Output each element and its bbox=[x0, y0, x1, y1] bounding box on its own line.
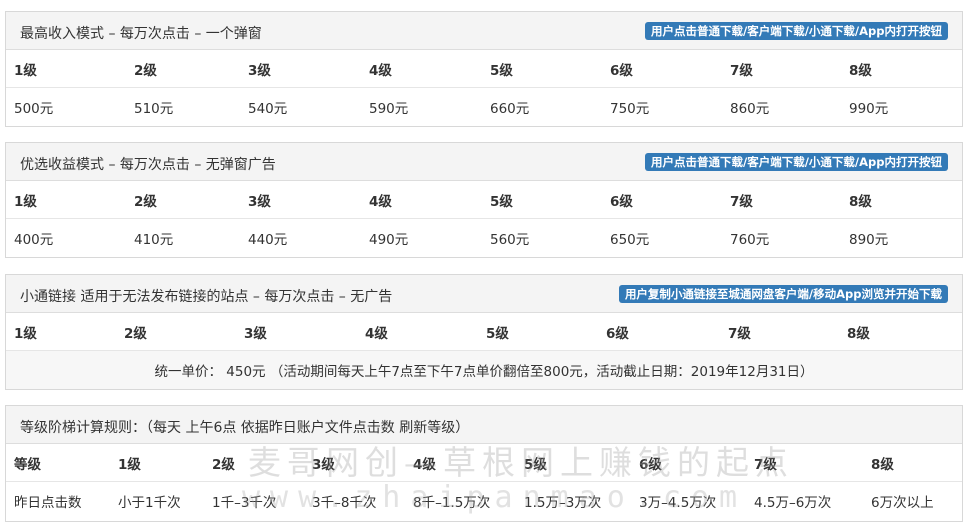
price-row: 500元 510元 540元 590元 660元 750元 860元 990元 bbox=[6, 88, 962, 126]
price-cell: 590元 bbox=[369, 101, 409, 117]
rules-cell: 4.5万–6万次 bbox=[754, 495, 832, 511]
price-cell: 660元 bbox=[490, 101, 530, 117]
level-cell: 6级 bbox=[610, 62, 633, 79]
level-cell: 7级 bbox=[730, 62, 753, 79]
level-cell: 6级 bbox=[610, 193, 633, 210]
level-cell: 7级 bbox=[730, 193, 753, 210]
rules-cell: 3千–8千次 bbox=[312, 495, 377, 511]
rules-header-row: 等级 1级 2级 3级 4级 5级 6级 7级 8级 bbox=[6, 444, 962, 482]
price-cell: 410元 bbox=[134, 232, 174, 248]
level-rules-panel: 等级阶梯计算规则：（每天 上午6点 依据昨日账户文件点击数 刷新等级） 等级 1… bbox=[5, 405, 963, 522]
rules-cell: 1千–3千次 bbox=[212, 495, 277, 511]
level-cell: 8级 bbox=[849, 62, 872, 79]
level-cell: 1级 bbox=[14, 325, 37, 342]
rules-cell: 小于1千次 bbox=[118, 495, 181, 511]
level-cell: 7级 bbox=[728, 325, 751, 342]
rules-header-cell: 3级 bbox=[312, 456, 335, 473]
price-cell: 500元 bbox=[14, 101, 54, 117]
level-cell: 8级 bbox=[847, 325, 870, 342]
info-badge: 用户复制小通链接至城通网盘客户端/移动App浏览并开始下载 bbox=[618, 285, 948, 303]
price-cell: 560元 bbox=[490, 232, 530, 248]
level-row: 1级 2级 3级 4级 5级 6级 7级 8级 bbox=[6, 181, 962, 219]
pricing-panel-xiaotong-link: 小通链接 适用于无法发布链接的站点 – 每万次点击 – 无广告 用户复制小通链接… bbox=[5, 274, 963, 390]
level-cell: 1级 bbox=[14, 62, 37, 79]
level-cell: 2级 bbox=[134, 62, 157, 79]
rules-header-cell: 8级 bbox=[871, 456, 894, 473]
level-cell: 3级 bbox=[248, 193, 271, 210]
price-cell: 990元 bbox=[849, 101, 889, 117]
price-cell: 860元 bbox=[730, 101, 770, 117]
rules-cell: 6万次以上 bbox=[871, 495, 934, 511]
panel-title: 小通链接 适用于无法发布链接的站点 – 每万次点击 – 无广告 bbox=[20, 289, 393, 305]
price-cell: 510元 bbox=[134, 101, 174, 117]
price-cell: 440元 bbox=[248, 232, 288, 248]
unified-price-text: 统一单价： 450元 （活动期间每天上午7点至下午7点单价翻倍至800元，活动截… bbox=[154, 364, 814, 380]
level-cell: 2级 bbox=[124, 325, 147, 342]
panel-header: 最高收入模式 – 每万次点击 – 一个弹窗 用户点击普通下载/客户端下载/小通下… bbox=[6, 12, 962, 50]
pricing-panel-max-income: 最高收入模式 – 每万次点击 – 一个弹窗 用户点击普通下载/客户端下载/小通下… bbox=[5, 11, 963, 127]
rules-cell: 1.5万–3万次 bbox=[524, 495, 602, 511]
level-row: 1级 2级 3级 4级 5级 6级 7级 8级 bbox=[6, 50, 962, 88]
panel-title: 优选收益模式 – 每万次点击 – 无弹窗广告 bbox=[20, 157, 276, 173]
level-cell: 5级 bbox=[490, 193, 513, 210]
level-cell: 1级 bbox=[14, 193, 37, 210]
price-cell: 650元 bbox=[610, 232, 650, 248]
rules-cell: 8千–1.5万次 bbox=[413, 495, 491, 511]
level-row: 1级 2级 3级 4级 5级 6级 7级 8级 bbox=[6, 313, 962, 351]
panel-title: 等级阶梯计算规则：（每天 上午6点 依据昨日账户文件点击数 刷新等级） bbox=[20, 420, 470, 436]
price-cell: 540元 bbox=[248, 101, 288, 117]
panel-header: 小通链接 适用于无法发布链接的站点 – 每万次点击 – 无广告 用户复制小通链接… bbox=[6, 275, 962, 313]
level-cell: 5级 bbox=[490, 62, 513, 79]
rules-header-cell: 2级 bbox=[212, 456, 235, 473]
price-cell: 760元 bbox=[730, 232, 770, 248]
level-cell: 4级 bbox=[369, 62, 392, 79]
panel-header: 优选收益模式 – 每万次点击 – 无弹窗广告 用户点击普通下载/客户端下载/小通… bbox=[6, 143, 962, 181]
rules-header-cell: 5级 bbox=[524, 456, 547, 473]
level-cell: 6级 bbox=[606, 325, 629, 342]
price-row: 400元 410元 440元 490元 560元 650元 760元 890元 bbox=[6, 219, 962, 257]
price-cell: 750元 bbox=[610, 101, 650, 117]
rules-header-cell: 等级 bbox=[14, 456, 41, 473]
level-cell: 2级 bbox=[134, 193, 157, 210]
rules-header-cell: 1级 bbox=[118, 456, 141, 473]
rules-clicks-row: 昨日点击数 小于1千次 1千–3千次 3千–8千次 8千–1.5万次 1.5万–… bbox=[6, 482, 962, 520]
pricing-panel-preferred-income: 优选收益模式 – 每万次点击 – 无弹窗广告 用户点击普通下载/客户端下载/小通… bbox=[5, 142, 963, 258]
level-cell: 4级 bbox=[365, 325, 388, 342]
rules-header-cell: 7级 bbox=[754, 456, 777, 473]
level-cell: 5级 bbox=[486, 325, 509, 342]
rules-cell: 3万–4.5万次 bbox=[639, 495, 717, 511]
level-cell: 3级 bbox=[248, 62, 271, 79]
info-badge: 用户点击普通下载/客户端下载/小通下载/App内打开按钮 bbox=[645, 153, 948, 171]
level-cell: 4级 bbox=[369, 193, 392, 210]
rules-cell: 昨日点击数 bbox=[14, 495, 82, 511]
rules-header-cell: 4级 bbox=[413, 456, 436, 473]
price-cell: 490元 bbox=[369, 232, 409, 248]
info-badge: 用户点击普通下载/客户端下载/小通下载/App内打开按钮 bbox=[645, 22, 948, 40]
price-cell: 400元 bbox=[14, 232, 54, 248]
level-cell: 3级 bbox=[244, 325, 267, 342]
panel-title: 最高收入模式 – 每万次点击 – 一个弹窗 bbox=[20, 26, 262, 42]
price-cell: 890元 bbox=[849, 232, 889, 248]
panel-header: 等级阶梯计算规则：（每天 上午6点 依据昨日账户文件点击数 刷新等级） bbox=[6, 406, 962, 444]
unified-price-row: 统一单价： 450元 （活动期间每天上午7点至下午7点单价翻倍至800元，活动截… bbox=[6, 351, 962, 389]
rules-header-cell: 6级 bbox=[639, 456, 662, 473]
level-cell: 8级 bbox=[849, 193, 872, 210]
